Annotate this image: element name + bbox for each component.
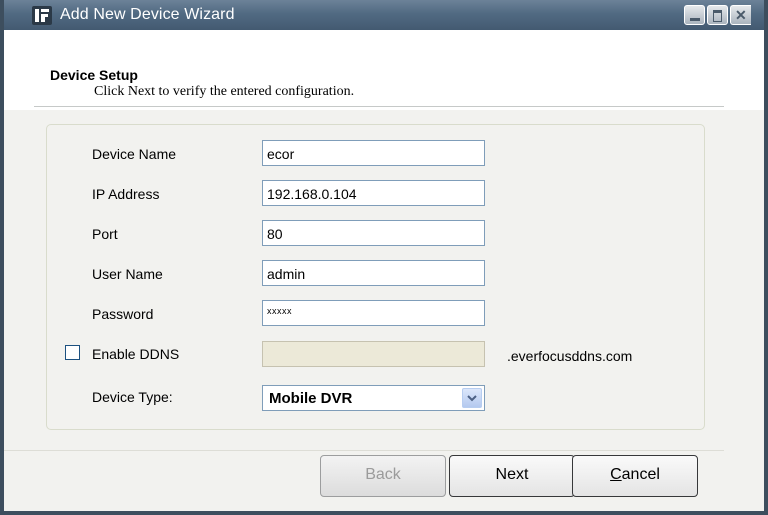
footer-divider	[4, 450, 724, 451]
password-label: Password	[92, 306, 154, 322]
enable-ddns-checkbox[interactable]	[65, 345, 80, 360]
add-device-wizard-window: Add New Device Wizard ✕ Device Setup Cli…	[0, 0, 768, 515]
device-type-label: Device Type:	[92, 389, 173, 405]
chevron-down-icon	[467, 395, 477, 402]
cancel-label-rest: ancel	[621, 466, 660, 483]
close-icon: ✕	[735, 7, 747, 23]
device-name-field[interactable]: ecor	[262, 140, 485, 166]
window-title: Add New Device Wizard	[60, 6, 235, 23]
minimize-button[interactable]	[684, 5, 705, 25]
device-type-select[interactable]: Mobile DVR	[262, 385, 485, 411]
app-logo-icon	[32, 6, 52, 25]
cancel-mnemonic: C	[610, 466, 622, 483]
ip-address-label: IP Address	[92, 186, 160, 202]
enable-ddns-label[interactable]: Enable DDNS	[92, 346, 179, 362]
ddns-domain-suffix: .everfocusddns.com	[507, 348, 633, 364]
device-type-value: Mobile DVR	[269, 390, 353, 407]
maximize-button[interactable]	[707, 5, 728, 25]
cancel-button[interactable]: Cancel	[572, 455, 698, 497]
user-name-field[interactable]: admin	[262, 260, 485, 286]
password-field[interactable]: xxxxx	[262, 300, 485, 326]
maximize-icon	[713, 10, 722, 22]
device-name-label: Device Name	[92, 146, 177, 162]
next-button[interactable]: Next	[449, 455, 575, 497]
page-title: Device Setup	[50, 67, 138, 83]
user-name-label: User Name	[92, 266, 163, 282]
port-field[interactable]: 80	[262, 220, 485, 246]
back-button[interactable]: Back	[320, 455, 446, 497]
close-button[interactable]: ✕	[730, 5, 751, 25]
header-divider	[34, 106, 724, 107]
ddns-hostname-field	[262, 341, 485, 367]
title-bar[interactable]: Add New Device Wizard ✕	[4, 0, 764, 30]
dropdown-button[interactable]	[462, 388, 482, 408]
minimize-icon	[690, 18, 700, 21]
page-subtitle: Click Next to verify the entered configu…	[94, 84, 355, 99]
port-label: Port	[92, 226, 118, 242]
ip-address-field[interactable]: 192.168.0.104	[262, 180, 485, 206]
